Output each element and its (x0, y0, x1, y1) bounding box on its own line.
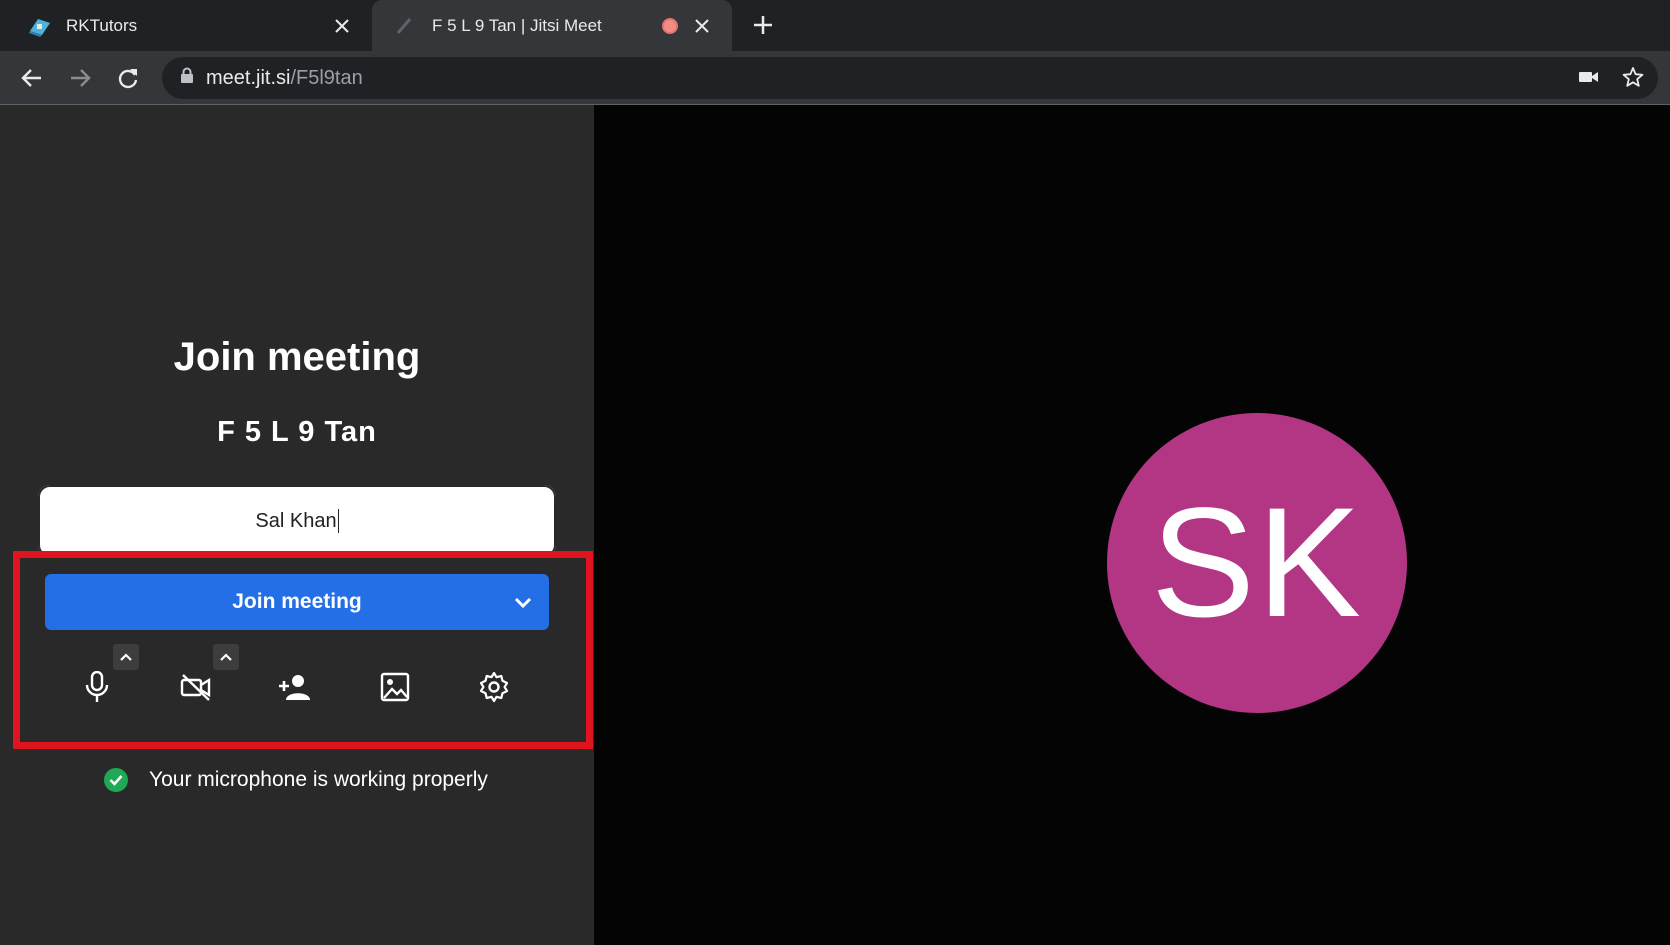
close-icon[interactable] (688, 12, 716, 40)
back-arrow-icon[interactable] (15, 61, 49, 95)
highlight-box (13, 551, 593, 749)
bookmark-star-icon[interactable] (1622, 66, 1644, 93)
display-name-input[interactable]: Sal Khan (38, 485, 556, 557)
tab-bar: RKTutors F 5 L 9 Tan | Jitsi Meet (0, 0, 1670, 51)
lock-icon[interactable] (180, 67, 194, 89)
rktutors-logo-icon (28, 15, 52, 37)
display-name-value: Sal Khan (255, 509, 337, 532)
jitsi-icon (394, 15, 418, 37)
url-domain: meet.jit.si (206, 66, 291, 89)
text-caret (337, 509, 339, 533)
recording-indicator-icon (662, 17, 678, 34)
room-name: F 5 L 9 Tan (217, 416, 377, 448)
tab-rktutors[interactable]: RKTutors (0, 0, 372, 51)
forward-arrow-icon[interactable] (63, 61, 97, 95)
new-tab-plus-icon[interactable] (748, 10, 778, 40)
page-title: Join meeting (173, 335, 421, 379)
mic-status-text: Your microphone is working properly (149, 768, 488, 791)
browser-toolbar: meet.jit.si/F5l9tan (0, 51, 1670, 105)
close-icon[interactable] (328, 12, 356, 40)
url-text: meet.jit.si/F5l9tan (206, 67, 363, 90)
check-circle-icon (104, 768, 128, 792)
url-path: /F5l9tan (290, 66, 363, 89)
prejoin-panel: Join meeting F 5 L 9 Tan Sal Khan Join m… (0, 105, 594, 945)
tab-title: F 5 L 9 Tan | Jitsi Meet (432, 15, 602, 35)
mic-status: Your microphone is working properly (104, 768, 488, 792)
tab-jitsi[interactable]: F 5 L 9 Tan | Jitsi Meet (372, 0, 732, 51)
tab-title: RKTutors (66, 15, 138, 35)
address-bar[interactable]: meet.jit.si/F5l9tan (162, 57, 1658, 99)
camera-in-use-icon[interactable] (1578, 66, 1600, 93)
reload-icon[interactable] (111, 61, 145, 95)
avatar: SK (1107, 413, 1407, 713)
